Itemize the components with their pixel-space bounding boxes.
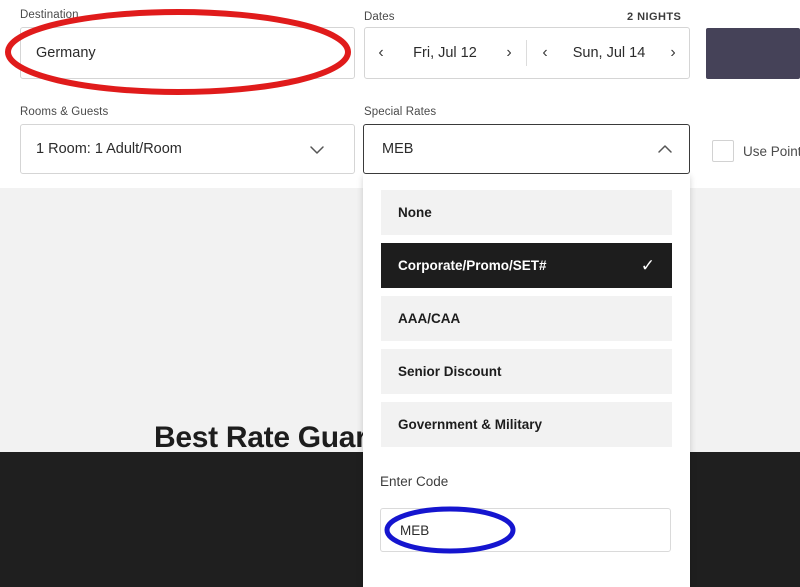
rooms-guests-value: 1 Room: 1 Adult/Room bbox=[36, 141, 182, 157]
rates-option-label: AAA/CAA bbox=[398, 311, 461, 326]
date-divider bbox=[526, 40, 527, 66]
check-in-prev-button[interactable]: ‹ bbox=[366, 45, 396, 61]
nights-count: 2 NIGHTS bbox=[627, 11, 682, 23]
check-out-date[interactable]: Sun, Jul 14 bbox=[573, 45, 646, 61]
rates-option-none[interactable]: None bbox=[381, 190, 672, 235]
use-points-label: Use Points bbox=[743, 143, 800, 159]
search-submit-button[interactable] bbox=[706, 28, 800, 79]
check-in-date-nav: ‹ Fri, Jul 12 › bbox=[366, 28, 524, 78]
use-points-control[interactable]: Use Points bbox=[712, 140, 800, 162]
enter-code-label: Enter Code bbox=[380, 474, 449, 489]
chevron-down-icon bbox=[308, 141, 326, 159]
rates-option-label: Government & Military bbox=[398, 417, 543, 432]
check-in-date[interactable]: Fri, Jul 12 bbox=[413, 45, 477, 61]
use-points-checkbox[interactable] bbox=[712, 140, 734, 162]
rates-option-government-military[interactable]: Government & Military bbox=[381, 402, 672, 447]
rates-option-label: Corporate/Promo/SET# bbox=[398, 258, 547, 273]
special-rates-value: MEB bbox=[382, 141, 414, 157]
rates-option-senior-discount[interactable]: Senior Discount bbox=[381, 349, 672, 394]
dates-label: Dates bbox=[364, 11, 395, 23]
rates-option-label: Senior Discount bbox=[398, 364, 502, 379]
destination-label: Destination bbox=[20, 9, 79, 21]
check-out-date-nav: ‹ Sun, Jul 14 › bbox=[530, 28, 688, 78]
special-rates-label: Special Rates bbox=[364, 106, 437, 118]
rates-option-label: None bbox=[398, 205, 432, 220]
enter-code-value: MEB bbox=[400, 523, 430, 538]
check-icon: ✓ bbox=[640, 256, 655, 275]
check-out-prev-button[interactable]: ‹ bbox=[530, 45, 560, 61]
rates-option-aaa-caa[interactable]: AAA/CAA bbox=[381, 296, 672, 341]
rooms-guests-label: Rooms & Guests bbox=[20, 106, 109, 118]
booking-widget-screen: Best Rate Guaranteed at Hyatt.com Best R… bbox=[0, 0, 800, 587]
chevron-up-icon bbox=[655, 139, 675, 159]
check-in-next-button[interactable]: › bbox=[494, 45, 524, 61]
destination-value: Germany bbox=[36, 45, 96, 61]
check-out-next-button[interactable]: › bbox=[658, 45, 688, 61]
rates-option-corporate-promo[interactable]: Corporate/Promo/SET# ✓ bbox=[381, 243, 672, 288]
